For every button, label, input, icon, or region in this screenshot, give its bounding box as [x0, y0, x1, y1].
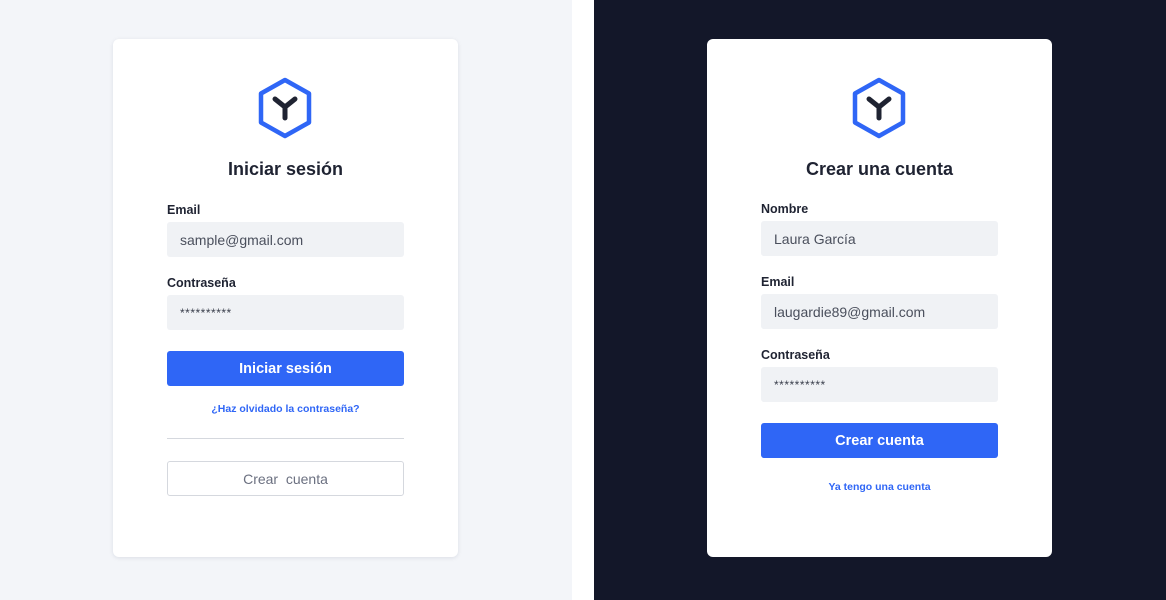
forgot-password-link[interactable]: ¿Haz olvidado la contraseña?: [113, 403, 458, 415]
have-account-link[interactable]: Ya tengo una cuenta: [707, 481, 1052, 493]
password-field[interactable]: **********: [167, 295, 404, 330]
login-title: Iniciar sesión: [227, 159, 344, 179]
divider: [167, 438, 404, 439]
login-card: Iniciar sesión Email sample@gmail.com Co…: [113, 39, 458, 557]
login-button[interactable]: Iniciar sesión: [167, 351, 404, 386]
email-field[interactable]: laugardie89@gmail.com: [761, 294, 998, 329]
login-panel: Iniciar sesión Email sample@gmail.com Co…: [0, 0, 572, 600]
email-label: Email: [167, 203, 201, 217]
create-account-button[interactable]: Crear cuenta: [167, 461, 404, 496]
email-field[interactable]: sample@gmail.com: [167, 222, 404, 257]
password-field[interactable]: **********: [761, 367, 998, 402]
email-label: Email: [761, 275, 795, 289]
hexagon-y-logo-icon: [258, 77, 312, 139]
create-account-button[interactable]: Crear cuenta: [761, 423, 998, 458]
register-title: Crear una cuenta: [805, 159, 954, 179]
hexagon-y-logo-icon: [852, 77, 906, 139]
password-label: Contraseña: [167, 276, 236, 290]
register-panel: Crear una cuenta Nombre Laura García Ema…: [594, 0, 1166, 600]
register-card: Crear una cuenta Nombre Laura García Ema…: [707, 39, 1052, 557]
name-label: Nombre: [761, 202, 809, 216]
password-label: Contraseña: [761, 348, 830, 362]
name-field[interactable]: Laura García: [761, 221, 998, 256]
